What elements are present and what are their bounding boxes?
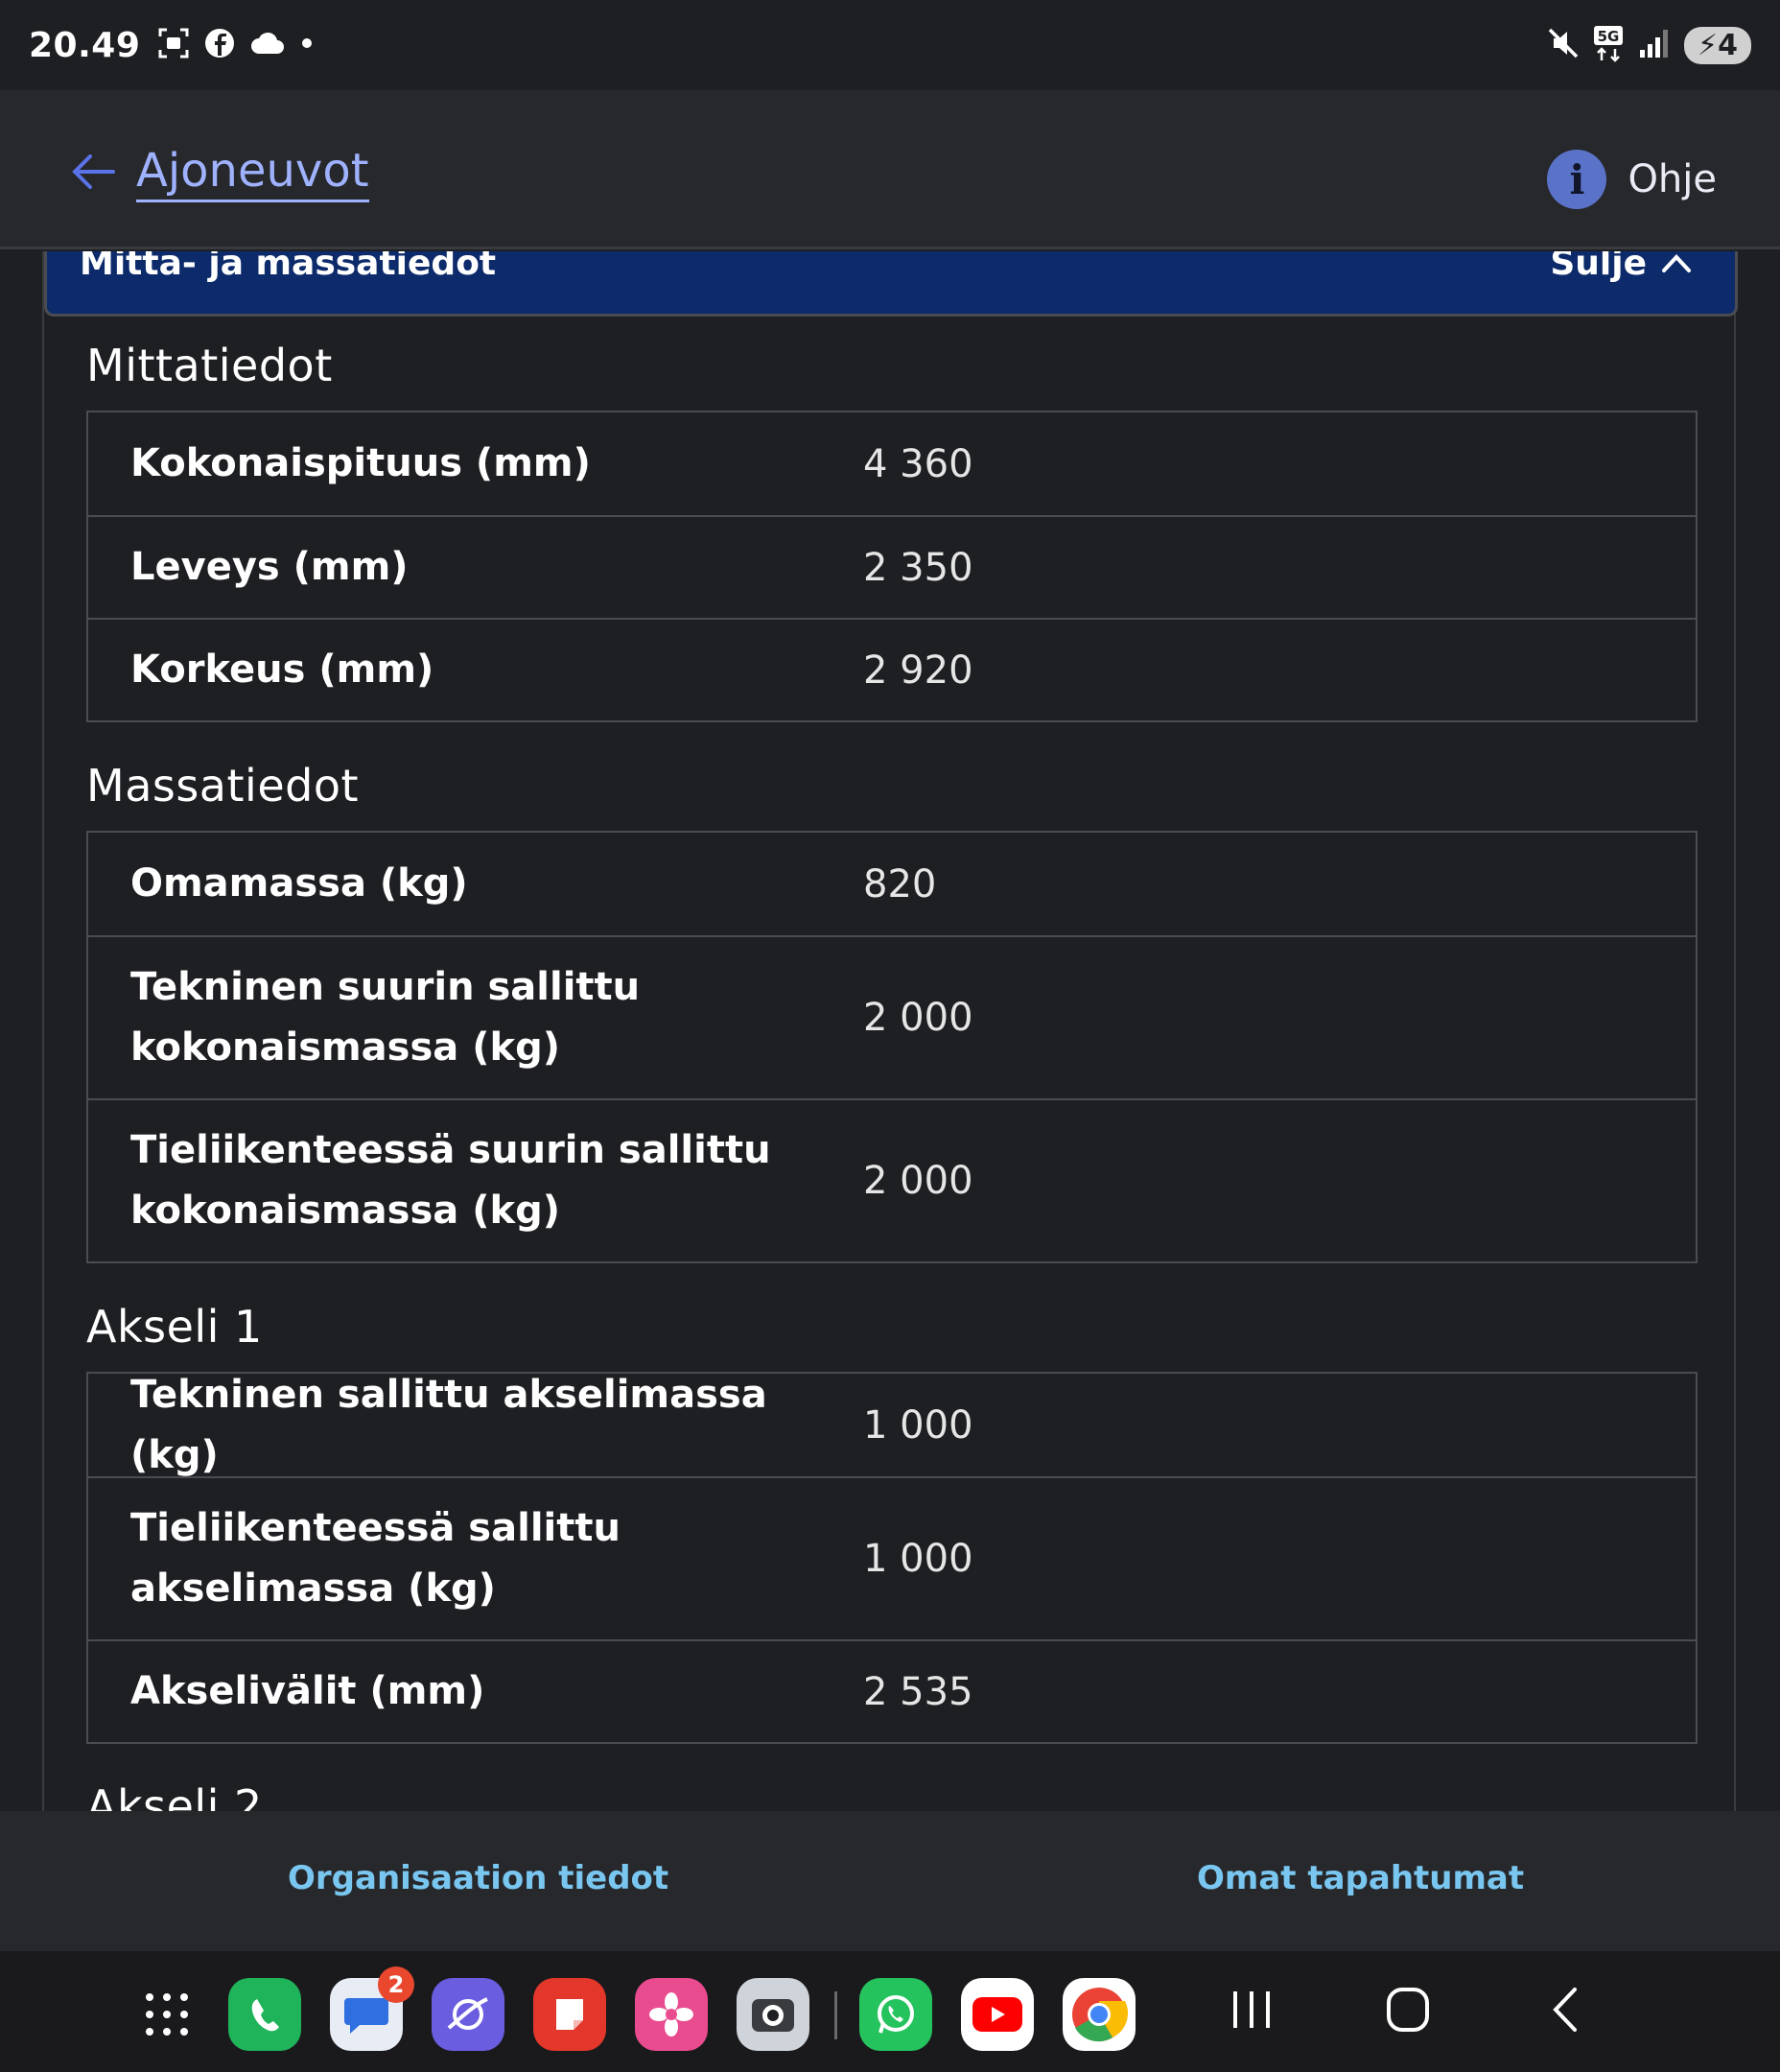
chrome-app-icon[interactable] bbox=[1063, 1978, 1136, 2051]
measurements-panel: Mitta- ja massatiedot Sulje Mittatiedot … bbox=[42, 251, 1738, 1811]
row-label: Leveys (mm) bbox=[130, 545, 409, 589]
back-link[interactable]: Ajoneuvot bbox=[71, 144, 369, 202]
youtube-app-icon[interactable] bbox=[961, 1978, 1034, 2051]
internet-app-icon[interactable] bbox=[432, 1978, 504, 2051]
system-dock: 2 bbox=[0, 1951, 1780, 2072]
messages-app-icon[interactable]: 2 bbox=[330, 1966, 414, 2051]
row-value: 2 000 bbox=[863, 1159, 973, 1203]
back-link-label: Ajoneuvot bbox=[136, 144, 369, 202]
dot-icon bbox=[299, 35, 315, 55]
row-label: Akselivälit (mm) bbox=[130, 1669, 485, 1713]
screen: 20.49 5G ⚡4 Ajoneuvot i Ohje Mitta- ja m… bbox=[0, 0, 1780, 2072]
row-label: Tekninen sallittu akselimassa (kg) bbox=[130, 1372, 767, 1477]
info-icon: i bbox=[1547, 150, 1607, 209]
cloud-icon bbox=[249, 29, 286, 61]
system-back-button[interactable] bbox=[1548, 1986, 1582, 2037]
row-label: Kokonaispituus (mm) bbox=[130, 441, 591, 485]
recents-button[interactable] bbox=[1230, 1986, 1274, 2037]
close-panel-label: Sulje bbox=[1550, 251, 1647, 283]
section-title-akseli-1: Akseli 1 bbox=[86, 1301, 263, 1353]
row-label: Tieliikenteessä suurin sallittu kokonais… bbox=[130, 1128, 771, 1233]
messages-badge: 2 bbox=[378, 1966, 414, 2003]
charging-icon: ⚡ bbox=[1698, 28, 1719, 62]
screenshot-icon bbox=[157, 27, 190, 63]
organisation-info-link[interactable]: Organisaation tiedot bbox=[288, 1859, 668, 1897]
status-right-icons: 5G ⚡4 bbox=[1546, 24, 1751, 66]
chevron-up-icon bbox=[1660, 251, 1693, 283]
table-row: Tekninen suurin sallittu kokonaismassa (… bbox=[88, 935, 1696, 1098]
status-bar: 20.49 5G ⚡4 bbox=[0, 0, 1780, 90]
help-button[interactable]: i Ohje bbox=[1547, 150, 1717, 209]
app-header: Ajoneuvot i Ohje bbox=[0, 90, 1780, 249]
row-value: 4 360 bbox=[863, 441, 973, 486]
whatsapp-app-icon[interactable] bbox=[859, 1978, 932, 2051]
table-row: Tieliikenteessä suurin sallittu kokonais… bbox=[88, 1098, 1696, 1261]
help-label: Ohje bbox=[1628, 157, 1717, 201]
home-button[interactable] bbox=[1385, 1986, 1431, 2037]
row-label: Tieliikenteessä sallittu akselimassa (kg… bbox=[130, 1506, 621, 1611]
row-label: Tekninen suurin sallittu kokonaismassa (… bbox=[130, 965, 641, 1070]
battery-indicator: ⚡4 bbox=[1684, 26, 1751, 64]
table-row: Leveys (mm) 2 350 bbox=[88, 515, 1696, 618]
section-title-massatiedot: Massatiedot bbox=[86, 760, 359, 812]
section-title-akseli-2: Akseli 2 bbox=[86, 1780, 263, 1811]
apps-grid-icon[interactable] bbox=[130, 1978, 203, 2051]
table-row: Akselivälit (mm) 2 535 bbox=[88, 1639, 1696, 1742]
close-panel-button[interactable]: Sulje bbox=[1550, 251, 1693, 283]
svg-text:5G: 5G bbox=[1598, 28, 1620, 45]
table-row: Tieliikenteessä sallittu akselimassa (kg… bbox=[88, 1476, 1696, 1639]
facebook-icon bbox=[203, 27, 236, 63]
table-row: Omamassa (kg) 820 bbox=[88, 833, 1696, 935]
table-akseli-1: Tekninen sallittu akselimassa (kg) 1 000… bbox=[86, 1372, 1698, 1744]
content-scroll-area[interactable]: Mitta- ja massatiedot Sulje Mittatiedot … bbox=[0, 251, 1780, 1811]
table-mittatiedot: Kokonaispituus (mm) 4 360 Leveys (mm) 2 … bbox=[86, 411, 1698, 722]
5g-icon: 5G bbox=[1592, 24, 1627, 66]
row-value: 1 000 bbox=[863, 1537, 973, 1581]
camera-app-icon[interactable] bbox=[737, 1978, 809, 2051]
signal-icon bbox=[1638, 27, 1673, 63]
status-left-icons bbox=[157, 27, 315, 63]
gallery-app-icon[interactable] bbox=[635, 1978, 708, 2051]
table-massatiedot: Omamassa (kg) 820 Tekninen suurin sallit… bbox=[86, 831, 1698, 1263]
bottom-navigation: Organisaation tiedot Omat tapahtumat bbox=[0, 1811, 1780, 1951]
section-title-mittatiedot: Mittatiedot bbox=[86, 340, 333, 391]
own-events-link[interactable]: Omat tapahtumat bbox=[1197, 1859, 1524, 1897]
panel-title: Mitta- ja massatiedot bbox=[80, 251, 497, 283]
table-row: Korkeus (mm) 2 920 bbox=[88, 618, 1696, 720]
mute-icon bbox=[1546, 26, 1581, 64]
row-label: Korkeus (mm) bbox=[130, 648, 434, 692]
dock-divider bbox=[834, 1991, 837, 2039]
battery-level: 4 bbox=[1718, 28, 1738, 62]
notes-app-icon[interactable] bbox=[533, 1978, 606, 2051]
row-value: 2 350 bbox=[863, 545, 973, 590]
status-time: 20.49 bbox=[29, 25, 141, 65]
table-row: Kokonaispituus (mm) 4 360 bbox=[88, 412, 1696, 515]
row-label: Omamassa (kg) bbox=[130, 861, 468, 906]
table-row: Tekninen sallittu akselimassa (kg) 1 000 bbox=[88, 1373, 1696, 1477]
row-value: 820 bbox=[863, 861, 937, 906]
panel-header[interactable]: Mitta- ja massatiedot Sulje bbox=[44, 251, 1738, 317]
row-value: 2 920 bbox=[863, 648, 973, 693]
row-value: 2 000 bbox=[863, 996, 973, 1040]
phone-app-icon[interactable] bbox=[228, 1978, 301, 2051]
row-value: 2 535 bbox=[863, 1669, 973, 1714]
arrow-left-icon bbox=[71, 153, 115, 195]
row-value: 1 000 bbox=[863, 1402, 973, 1448]
